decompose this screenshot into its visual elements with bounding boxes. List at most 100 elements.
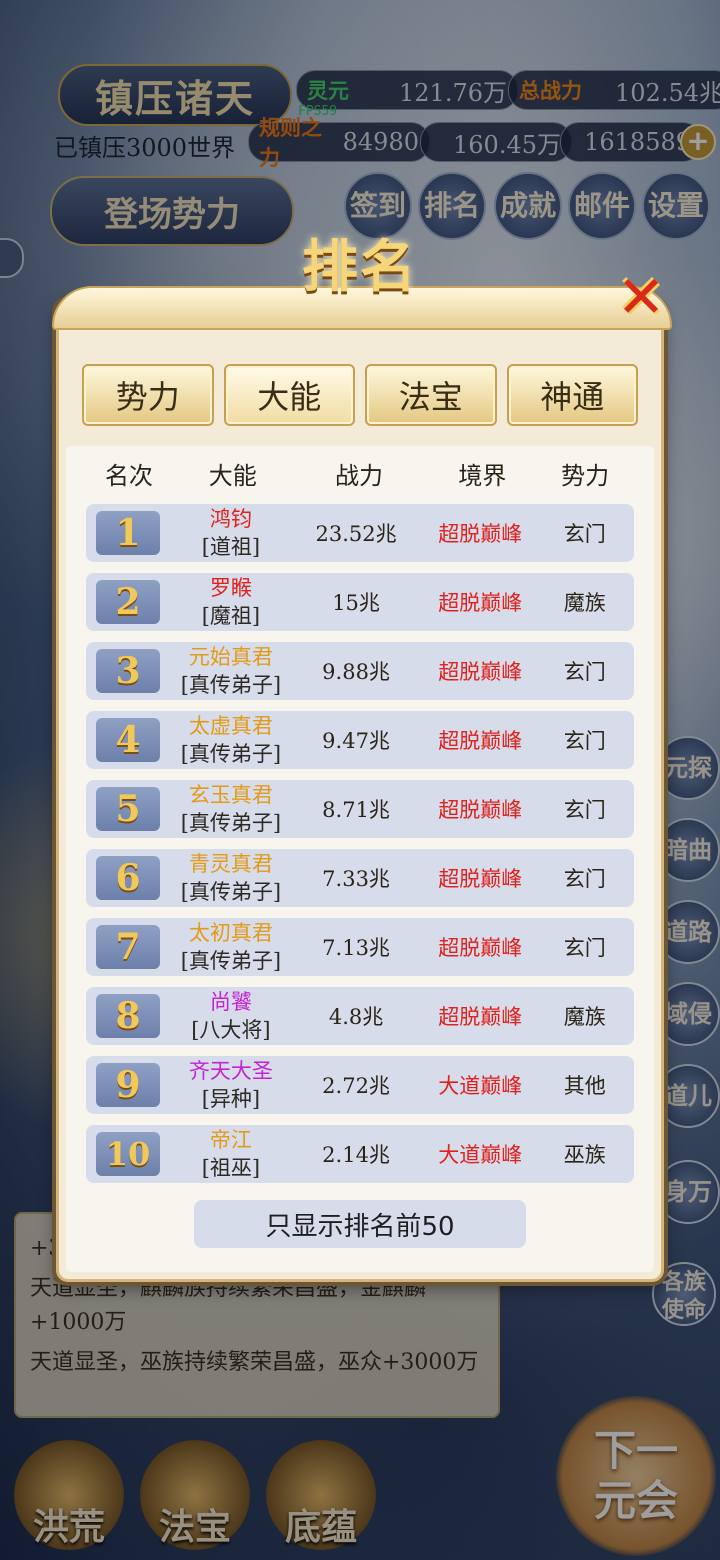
faction-cell: 玄门 <box>563 729 606 753</box>
powerhouse-title: [真传弟子] <box>180 673 282 697</box>
tab-abilities[interactable]: 神通 <box>506 364 638 426</box>
rank-cell: 10 <box>86 1132 175 1176</box>
name-cell: 齐天大圣 [异种] <box>175 1057 287 1113</box>
rank-badge: 4 <box>96 718 160 762</box>
powerhouse-name: 玄玉真君 <box>188 783 273 807</box>
rank-cell: 9 <box>86 1063 175 1107</box>
name-cell: 太虚真君 [真传弟子] <box>175 712 287 768</box>
powerhouse-title: [真传弟子] <box>180 742 282 766</box>
rank-badge: 8 <box>96 994 160 1038</box>
rank-badge: 7 <box>96 925 160 969</box>
powerhouse-name: 元始真君 <box>188 645 273 669</box>
power-cell: 2.14兆 <box>322 1143 390 1167</box>
header-realm: 境界 <box>458 462 507 490</box>
power-cell: 2.72兆 <box>322 1074 390 1098</box>
rank-cell: 2 <box>86 580 175 624</box>
top50-note: 只显示排名前50 <box>194 1200 526 1248</box>
powerhouse-name: 帝江 <box>209 1128 252 1152</box>
tab-treasures[interactable]: 法宝 <box>365 364 497 426</box>
table-row[interactable]: 8 尚饕 [八大将] 4.8兆 超脱巅峰 魔族 <box>86 987 634 1045</box>
name-cell: 尚饕 [八大将] <box>175 988 287 1044</box>
table-row[interactable]: 6 青灵真君 [真传弟子] 7.33兆 超脱巅峰 玄门 <box>86 849 634 907</box>
header-power: 战力 <box>334 462 383 490</box>
powerhouse-title: [道祖] <box>201 535 261 559</box>
power-cell: 9.88兆 <box>322 660 390 684</box>
powerhouse-title: [八大将] <box>191 1018 271 1042</box>
header-faction: 势力 <box>561 462 610 490</box>
table-row[interactable]: 3 元始真君 [真传弟子] 9.88兆 超脱巅峰 玄门 <box>86 642 634 700</box>
powerhouse-title: [真传弟子] <box>180 880 282 904</box>
table-row[interactable]: 5 玄玉真君 [真传弟子] 8.71兆 超脱巅峰 玄门 <box>86 780 634 838</box>
power-cell: 7.33兆 <box>322 867 390 891</box>
powerhouse-name: 齐天大圣 <box>188 1059 273 1083</box>
ranking-rows: 1 鸿钧 [道祖] 23.52兆 超脱巅峰 玄门 2 罗睺 [魔祖] 15兆 超脱巅峰 魔族 3 元始真君… <box>86 504 634 1194</box>
rank-badge: 5 <box>96 787 160 831</box>
table-header: 名次 大能 战力 境界 势力 <box>80 456 636 490</box>
realm-cell: 超脱巅峰 <box>438 591 523 615</box>
modal-title: 排名 <box>302 234 418 300</box>
faction-cell: 玄门 <box>563 936 606 960</box>
realm-cell: 超脱巅峰 <box>438 867 523 891</box>
table-row[interactable]: 7 太初真君 [真传弟子] 7.13兆 超脱巅峰 玄门 <box>86 918 634 976</box>
name-cell: 鸿钧 [道祖] <box>175 505 287 561</box>
rank-cell: 7 <box>86 925 175 969</box>
tab-factions[interactable]: 势力 <box>82 364 214 426</box>
powerhouse-title: [魔祖] <box>201 604 261 628</box>
realm-cell: 大道巅峰 <box>438 1143 523 1167</box>
name-cell: 罗睺 [魔祖] <box>175 574 287 630</box>
powerhouse-name: 太初真君 <box>188 921 273 945</box>
table-row[interactable]: 4 太虚真君 [真传弟子] 9.47兆 超脱巅峰 玄门 <box>86 711 634 769</box>
name-cell: 太初真君 [真传弟子] <box>175 919 287 975</box>
table-row[interactable]: 2 罗睺 [魔祖] 15兆 超脱巅峰 魔族 <box>86 573 634 631</box>
powerhouse-name: 罗睺 <box>209 576 252 600</box>
powerhouse-title: [异种] <box>201 1087 261 1111</box>
realm-cell: 超脱巅峰 <box>438 1005 523 1029</box>
tab-powerhouses[interactable]: 大能 <box>223 364 355 426</box>
table-row[interactable]: 9 齐天大圣 [异种] 2.72兆 大道巅峰 其他 <box>86 1056 634 1114</box>
rank-cell: 1 <box>86 511 175 555</box>
header-name: 大能 <box>208 462 257 490</box>
table-row[interactable]: 10 帝江 [祖巫] 2.14兆 大道巅峰 巫族 <box>86 1125 634 1183</box>
faction-cell: 玄门 <box>563 798 606 822</box>
rank-badge: 9 <box>96 1063 160 1107</box>
realm-cell: 超脱巅峰 <box>438 522 523 546</box>
power-cell: 9.47兆 <box>322 729 390 753</box>
powerhouse-name: 鸿钧 <box>209 507 252 531</box>
realm-cell: 超脱巅峰 <box>438 936 523 960</box>
faction-cell: 巫族 <box>563 1143 606 1167</box>
powerhouse-title: [真传弟子] <box>180 811 282 835</box>
powerhouse-title: [祖巫] <box>201 1156 261 1180</box>
faction-cell: 玄门 <box>563 867 606 891</box>
powerhouse-name: 青灵真君 <box>188 852 273 876</box>
power-cell: 4.8兆 <box>328 1005 384 1029</box>
faction-cell: 魔族 <box>563 1005 606 1029</box>
rank-badge: 6 <box>96 856 160 900</box>
realm-cell: 超脱巅峰 <box>438 660 523 684</box>
rank-cell: 8 <box>86 994 175 1038</box>
rank-badge: 1 <box>96 511 160 555</box>
realm-cell: 大道巅峰 <box>438 1074 523 1098</box>
powerhouse-name: 太虚真君 <box>188 714 273 738</box>
name-cell: 帝江 [祖巫] <box>175 1126 287 1182</box>
rank-cell: 4 <box>86 718 175 762</box>
realm-cell: 超脱巅峰 <box>438 729 523 753</box>
rank-badge: 2 <box>96 580 160 624</box>
power-cell: 15兆 <box>332 591 380 615</box>
ranking-modal: 排名 ✕ 势力 大能 法宝 神通 名次 大能 战力 境界 势力 1 鸿钧 [道祖] 2… <box>52 234 672 1282</box>
name-cell: 玄玉真君 [真传弟子] <box>175 781 287 837</box>
faction-cell: 玄门 <box>563 660 606 684</box>
close-icon[interactable]: ✕ <box>612 268 670 326</box>
power-cell: 23.52兆 <box>315 522 397 546</box>
ranking-tabs: 势力 大能 法宝 神通 <box>82 364 638 426</box>
rank-cell: 6 <box>86 856 175 900</box>
faction-cell: 魔族 <box>563 591 606 615</box>
table-row[interactable]: 1 鸿钧 [道祖] 23.52兆 超脱巅峰 玄门 <box>86 504 634 562</box>
powerhouse-name: 尚饕 <box>209 990 252 1014</box>
header-rank: 名次 <box>104 462 153 490</box>
powerhouse-title: [真传弟子] <box>180 949 282 973</box>
rank-cell: 5 <box>86 787 175 831</box>
name-cell: 元始真君 [真传弟子] <box>175 643 287 699</box>
rank-cell: 3 <box>86 649 175 693</box>
rank-badge: 3 <box>96 649 160 693</box>
power-cell: 7.13兆 <box>322 936 390 960</box>
